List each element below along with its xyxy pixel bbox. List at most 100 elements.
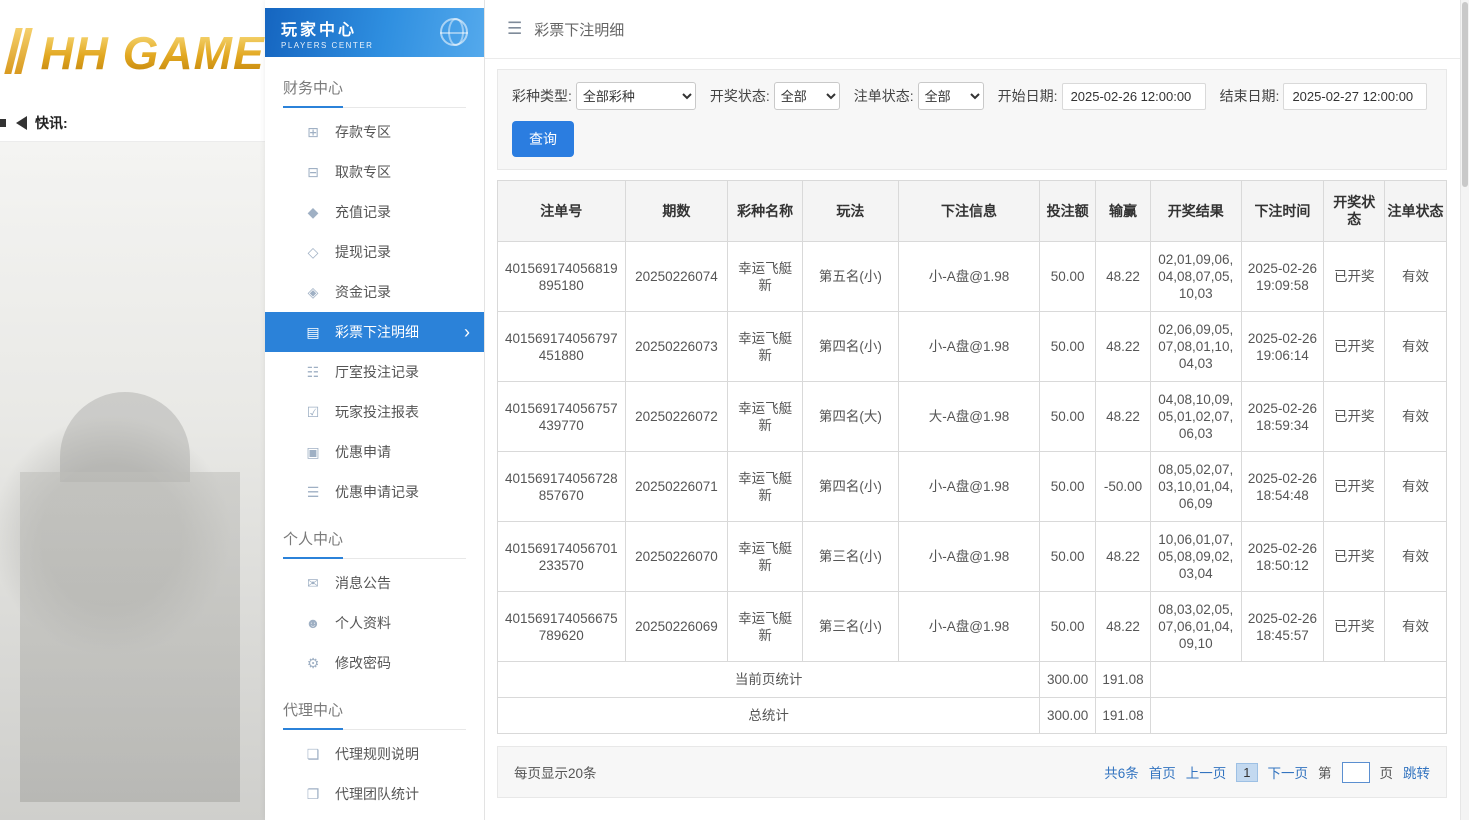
winloss-cell: 48.22 [1096,382,1151,452]
winloss-cell: 48.22 [1096,242,1151,312]
sidebar-item-promo-apply[interactable]: ▣优惠申请 [265,432,484,472]
table-row: 40156917405675743977020250226072幸运飞艇新第四名… [498,382,1447,452]
sidebar-item-label: 资金记录 [335,282,391,302]
sidebar-section-header: 代理中心 [283,699,466,730]
search-button[interactable]: 查询 [512,121,574,157]
order-id-cell: 401569174056675789620 [498,592,626,662]
globe-icon [440,18,468,46]
sidebar-item-label: 修改密码 [335,653,391,673]
next-page-link[interactable]: 下一页 [1268,762,1309,782]
main-content: 彩种类型: 全部彩种 开奖状态: 全部 注单状态: 全部 开始日期: [485,59,1469,798]
total-summary-winloss-total: 191.08 [1096,698,1151,734]
document-icon: ❏ [305,746,321,763]
menu-toggle-icon[interactable]: ☰ [507,19,522,39]
bet-info-cell: 小-A盘@1.98 [898,592,1040,662]
start-date-input[interactable] [1062,83,1206,110]
sidebar-item-hall-bet-record[interactable]: ☷厅室投注记录 [265,352,484,392]
draw-status-cell: 已开奖 [1324,312,1385,382]
sidebar: 玩家中心 PLAYERS CENTER 财务中心⊞存款专区⊟取款专区◆充值记录◇… [265,0,485,820]
order-id-cell: 401569174056728857670 [498,452,626,522]
sidebar-item-withdraw[interactable]: ⊟取款专区 [265,152,484,192]
column-header: 下注信息 [898,181,1040,242]
sidebar-item-profile[interactable]: ☻个人资料 [265,603,484,643]
window-scrollbar[interactable] [1460,0,1469,820]
lottery-name-cell: 幸运飞艇新 [728,452,803,522]
bet-table: 注单号期数彩种名称玩法下注信息投注额输赢开奖结果下注时间开奖状态注单状态 401… [497,180,1447,734]
bet-time-cell: 2025-02-26 18:59:34 [1241,382,1324,452]
column-header: 注单号 [498,181,626,242]
sidebar-item-messages[interactable]: ✉消息公告 [265,563,484,603]
winloss-cell: -50.00 [1096,452,1151,522]
sidebar-section-header: 财务中心 [283,77,466,108]
sidebar-item-agent-team[interactable]: ❐代理团队统计 [265,774,484,814]
scrollbar-thumb[interactable] [1462,2,1468,187]
sidebar-nav: 财务中心 ⊞存款专区⊟取款专区 ◆ 充值记录 ◇提现记录 ◈ 资金记录 ▤彩票下注明细›☷厅室… [265,57,484,820]
table-row: 40156917405679745188020250226073幸运飞艇新第四名… [498,312,1447,382]
start-date-label: 开始日期: [998,86,1058,106]
sidebar-item-label: 充值记录 [335,202,391,222]
amount-cell: 50.00 [1040,522,1096,592]
amount-cell: 50.00 [1040,312,1096,382]
sidebar-item-label: 存款专区 [335,122,391,142]
order-status-label: 注单状态: [854,86,914,106]
draw-status-cell: 已开奖 [1324,452,1385,522]
sidebar-item-lottery-bet-detail[interactable]: ▤彩票下注明细› [265,312,484,352]
gear-icon: ⚙ [305,655,321,672]
result-cell: 10,06,01,07,05,08,09,02,03,04 [1150,522,1241,592]
table-header-row: 注单号期数彩种名称玩法下注信息投注额输赢开奖结果下注时间开奖状态注单状态 [498,181,1447,242]
period-cell: 20250226072 [625,382,728,452]
bet-info-cell: 大-A盘@1.98 [898,382,1040,452]
lottery-type-select[interactable]: 全部彩种 [576,82,696,110]
lottery-name-cell: 幸运飞艇新 [728,522,803,592]
play-cell: 第三名(小) [803,522,899,592]
draw-status-select[interactable]: 全部 [774,82,840,110]
chevron-right-icon: › [464,323,470,341]
sidebar-item-funds-record[interactable]: ◈ 资金记录 [265,272,484,312]
order-status-select[interactable]: 全部 [918,82,984,110]
sidebar-item-promo-apply-record[interactable]: ☰优惠申请记录 [265,472,484,512]
sidebar-item-deposit[interactable]: ⊞存款专区 [265,112,484,152]
column-header: 注单状态 [1385,181,1447,242]
main-panel: ☰ 彩票下注明细 彩种类型: 全部彩种 开奖状态: 全部 注单状态: [485,0,1469,820]
period-cell: 20250226074 [625,242,728,312]
play-cell: 第四名(小) [803,312,899,382]
lottery-name-cell: 幸运飞艇新 [728,312,803,382]
sidebar-item-player-bet-report[interactable]: ☑ 玩家投注报表 [265,392,484,432]
first-page-link[interactable]: 首页 [1149,762,1176,782]
order-status-cell: 有效 [1385,242,1447,312]
column-header: 开奖结果 [1150,181,1241,242]
column-header: 投注额 [1040,181,1096,242]
bet-time-cell: 2025-02-26 19:06:14 [1241,312,1324,382]
sidebar-item-label: 玩家投注报表 [335,402,419,422]
funds-record-icon: ◈ [305,284,321,301]
sidebar-item-recharge-record[interactable]: ◆ 充值记录 [265,192,484,232]
news-ticker-bar: 快讯: [0,104,265,142]
recharge-record-icon: ◆ [305,204,321,221]
end-date-label: 结束日期: [1220,86,1280,106]
page-summary-bet-total: 300.00 [1040,662,1096,698]
prev-page-link[interactable]: 上一页 [1186,762,1227,782]
total-summary-empty [1150,698,1446,734]
sidebar-item-label: 个人资料 [335,613,391,633]
order-id-cell: 401569174056701233570 [498,522,626,592]
total-summary-row: 总统计 300.00 191.08 [498,698,1447,734]
bet-time-cell: 2025-02-26 18:50:12 [1241,522,1324,592]
player-bet-report-icon: ☑ [305,404,321,421]
draw-status-cell: 已开奖 [1324,522,1385,592]
site-background: HH GAME 快讯: [0,0,265,820]
message-icon: ✉ [305,575,321,592]
end-date-input[interactable] [1283,83,1427,110]
total-summary-label: 总统计 [498,698,1040,734]
per-page-label: 每页显示20条 [514,762,597,782]
play-cell: 第四名(小) [803,452,899,522]
result-cell: 04,08,10,09,05,01,02,07,06,03 [1150,382,1241,452]
sidebar-item-change-password[interactable]: ⚙ 修改密码 [265,643,484,683]
logo-area: HH GAME [0,0,265,104]
jump-button[interactable]: 跳转 [1403,762,1430,782]
order-status-cell: 有效 [1385,382,1447,452]
draw-status-label: 开奖状态: [710,86,770,106]
current-page-number[interactable]: 1 [1236,763,1257,782]
sidebar-item-withdraw-record[interactable]: ◇提现记录 [265,232,484,272]
jump-page-input[interactable] [1342,762,1370,783]
sidebar-item-agent-rules[interactable]: ❏代理规则说明 [265,734,484,774]
